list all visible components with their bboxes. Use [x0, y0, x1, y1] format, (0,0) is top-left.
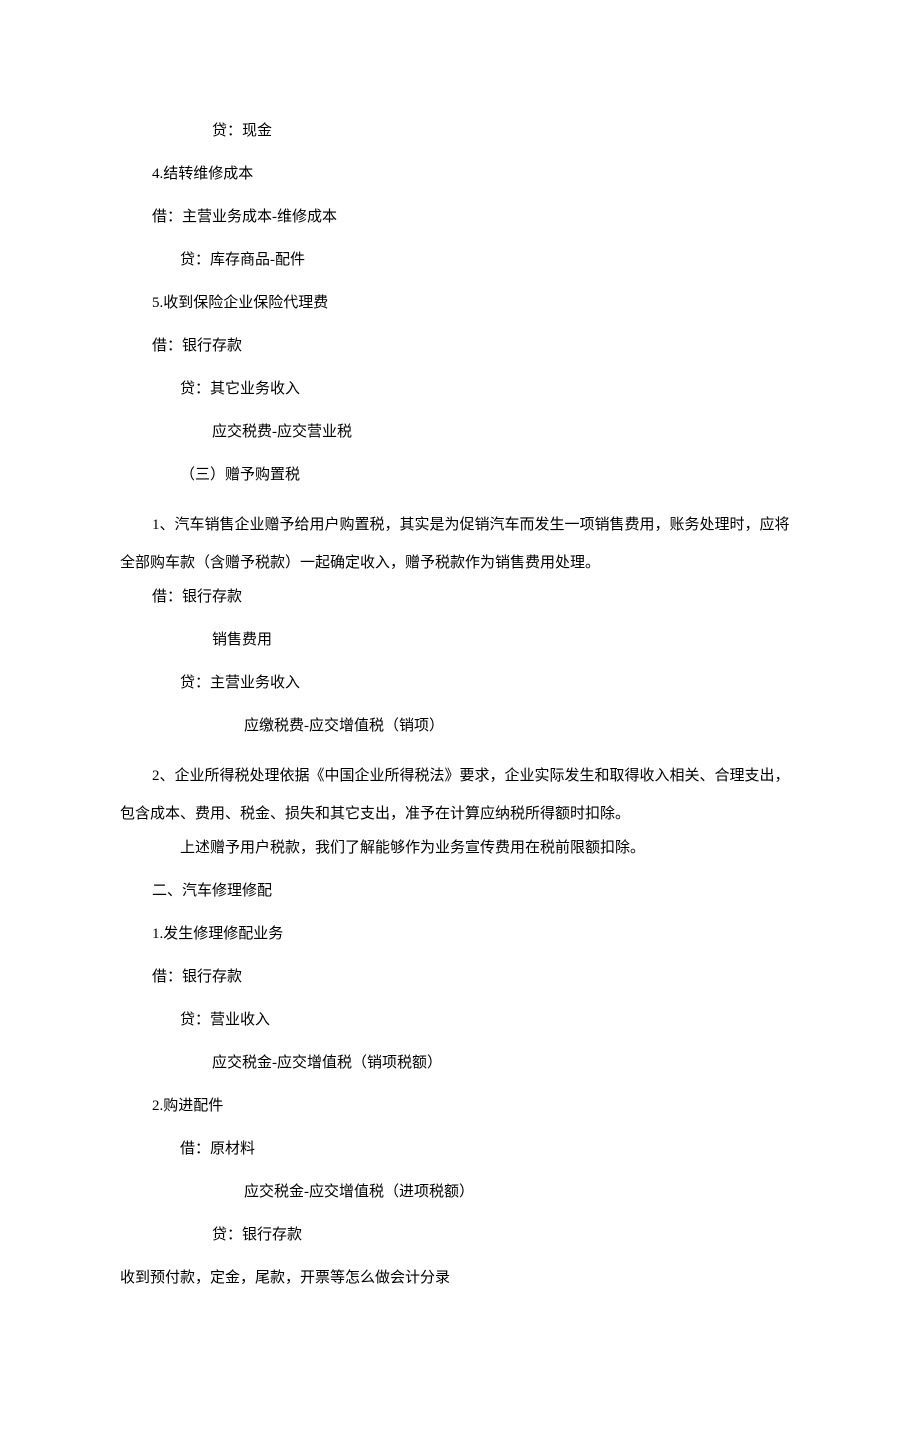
- text-line: 贷：银行存款: [120, 1224, 800, 1247]
- text-line: 应交税金-应交增值税（销项税额）: [120, 1052, 800, 1075]
- text-line: 借：主营业务成本-维修成本: [120, 206, 800, 229]
- text-line: 2.购进配件: [120, 1095, 800, 1118]
- text-line: 应交税金-应交增值税（进项税额）: [120, 1181, 800, 1204]
- text-line: 4.结转维修成本: [120, 163, 800, 186]
- text-line: 借：银行存款: [120, 966, 800, 989]
- text-line: 上述赠予用户税款，我们了解能够作为业务宣传费用在税前限额扣除。: [120, 837, 800, 860]
- paragraph: 1、汽车销售企业赠予给用户购置税，其实是为促销汽车而发生一项销售费用，账务处理时…: [120, 507, 800, 582]
- text-line: 贷：主营业务收入: [120, 672, 800, 695]
- text-line: 5.收到保险企业保险代理费: [120, 292, 800, 315]
- text-line: 贷：库存商品-配件: [120, 249, 800, 272]
- text-line: 应缴税费-应交增值税（销项）: [120, 715, 800, 738]
- text-line: 收到预付款，定金，尾款，开票等怎么做会计分录: [120, 1267, 800, 1290]
- text-line: 二、汽车修理修配: [120, 880, 800, 903]
- text-line: 借：银行存款: [120, 586, 800, 609]
- text-line: 贷：其它业务收入: [120, 378, 800, 401]
- text-line: 销售费用: [120, 629, 800, 652]
- text-line: 贷：现金: [120, 120, 800, 143]
- text-line: 应交税费-应交营业税: [120, 421, 800, 444]
- text-line: 贷：营业收入: [120, 1009, 800, 1032]
- text-line: 借：银行存款: [120, 335, 800, 358]
- text-line: 借：原材料: [120, 1138, 800, 1161]
- paragraph: 2、企业所得税处理依据《中国企业所得税法》要求，企业实际发生和取得收入相关、合理…: [120, 758, 800, 833]
- text-line: （三）赠予购置税: [120, 464, 800, 487]
- text-line: 1.发生修理修配业务: [120, 923, 800, 946]
- document-page: 贷：现金 4.结转维修成本 借：主营业务成本-维修成本 贷：库存商品-配件 5.…: [0, 0, 920, 1430]
